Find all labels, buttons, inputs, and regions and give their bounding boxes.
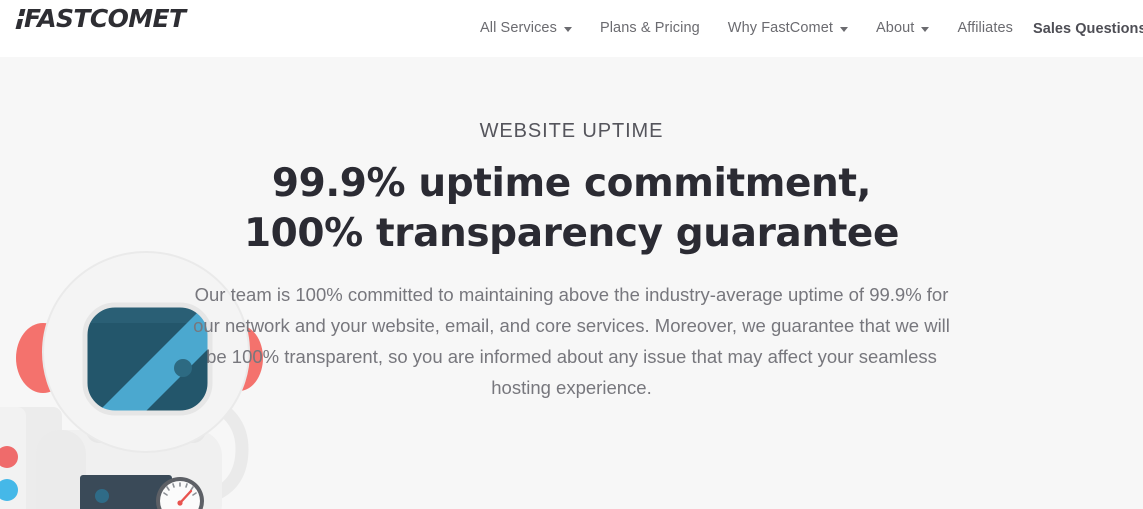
site-logo[interactable]: FASTCOMET — [15, 4, 186, 33]
nav-item-label: Plans & Pricing — [599, 20, 700, 37]
nav-item-label: All Services — [480, 20, 557, 37]
sales-questions-link[interactable]: Sales Questions? — [1033, 0, 1143, 57]
logo-text: FASTCOMET — [24, 4, 186, 33]
nav-item-about[interactable]: About — [876, 20, 930, 37]
nav-item-all-services[interactable]: All Services — [480, 21, 572, 36]
chevron-down-icon — [921, 27, 930, 32]
nav-item-label: Why FastComet — [727, 20, 834, 37]
nav-item-affiliates[interactable]: Affiliates — [957, 21, 1013, 36]
nav-item-label: Affiliates — [957, 20, 1013, 37]
nav-item-why-fastcomet[interactable]: Why FastComet — [727, 20, 849, 37]
chevron-down-icon — [840, 27, 849, 32]
page-title: 99.9% uptime commitment, 100% transparen… — [243, 161, 900, 256]
hero-description: Our team is 100% committed to maintainin… — [193, 283, 950, 399]
hero-eyebrow: WEBSITE UPTIME — [479, 120, 664, 142]
hero-section: WEBSITE UPTIME 99.9% uptime commitment, … — [0, 57, 1143, 509]
chevron-down-icon — [563, 27, 572, 32]
site-header: FASTCOMET All Services Plans & Pricing W… — [0, 0, 1143, 57]
main-navigation: All Services Plans & Pricing Why FastCom… — [480, 0, 1041, 57]
nav-item-label: About — [876, 20, 915, 37]
nav-item-plans-pricing[interactable]: Plans & Pricing — [600, 21, 700, 36]
